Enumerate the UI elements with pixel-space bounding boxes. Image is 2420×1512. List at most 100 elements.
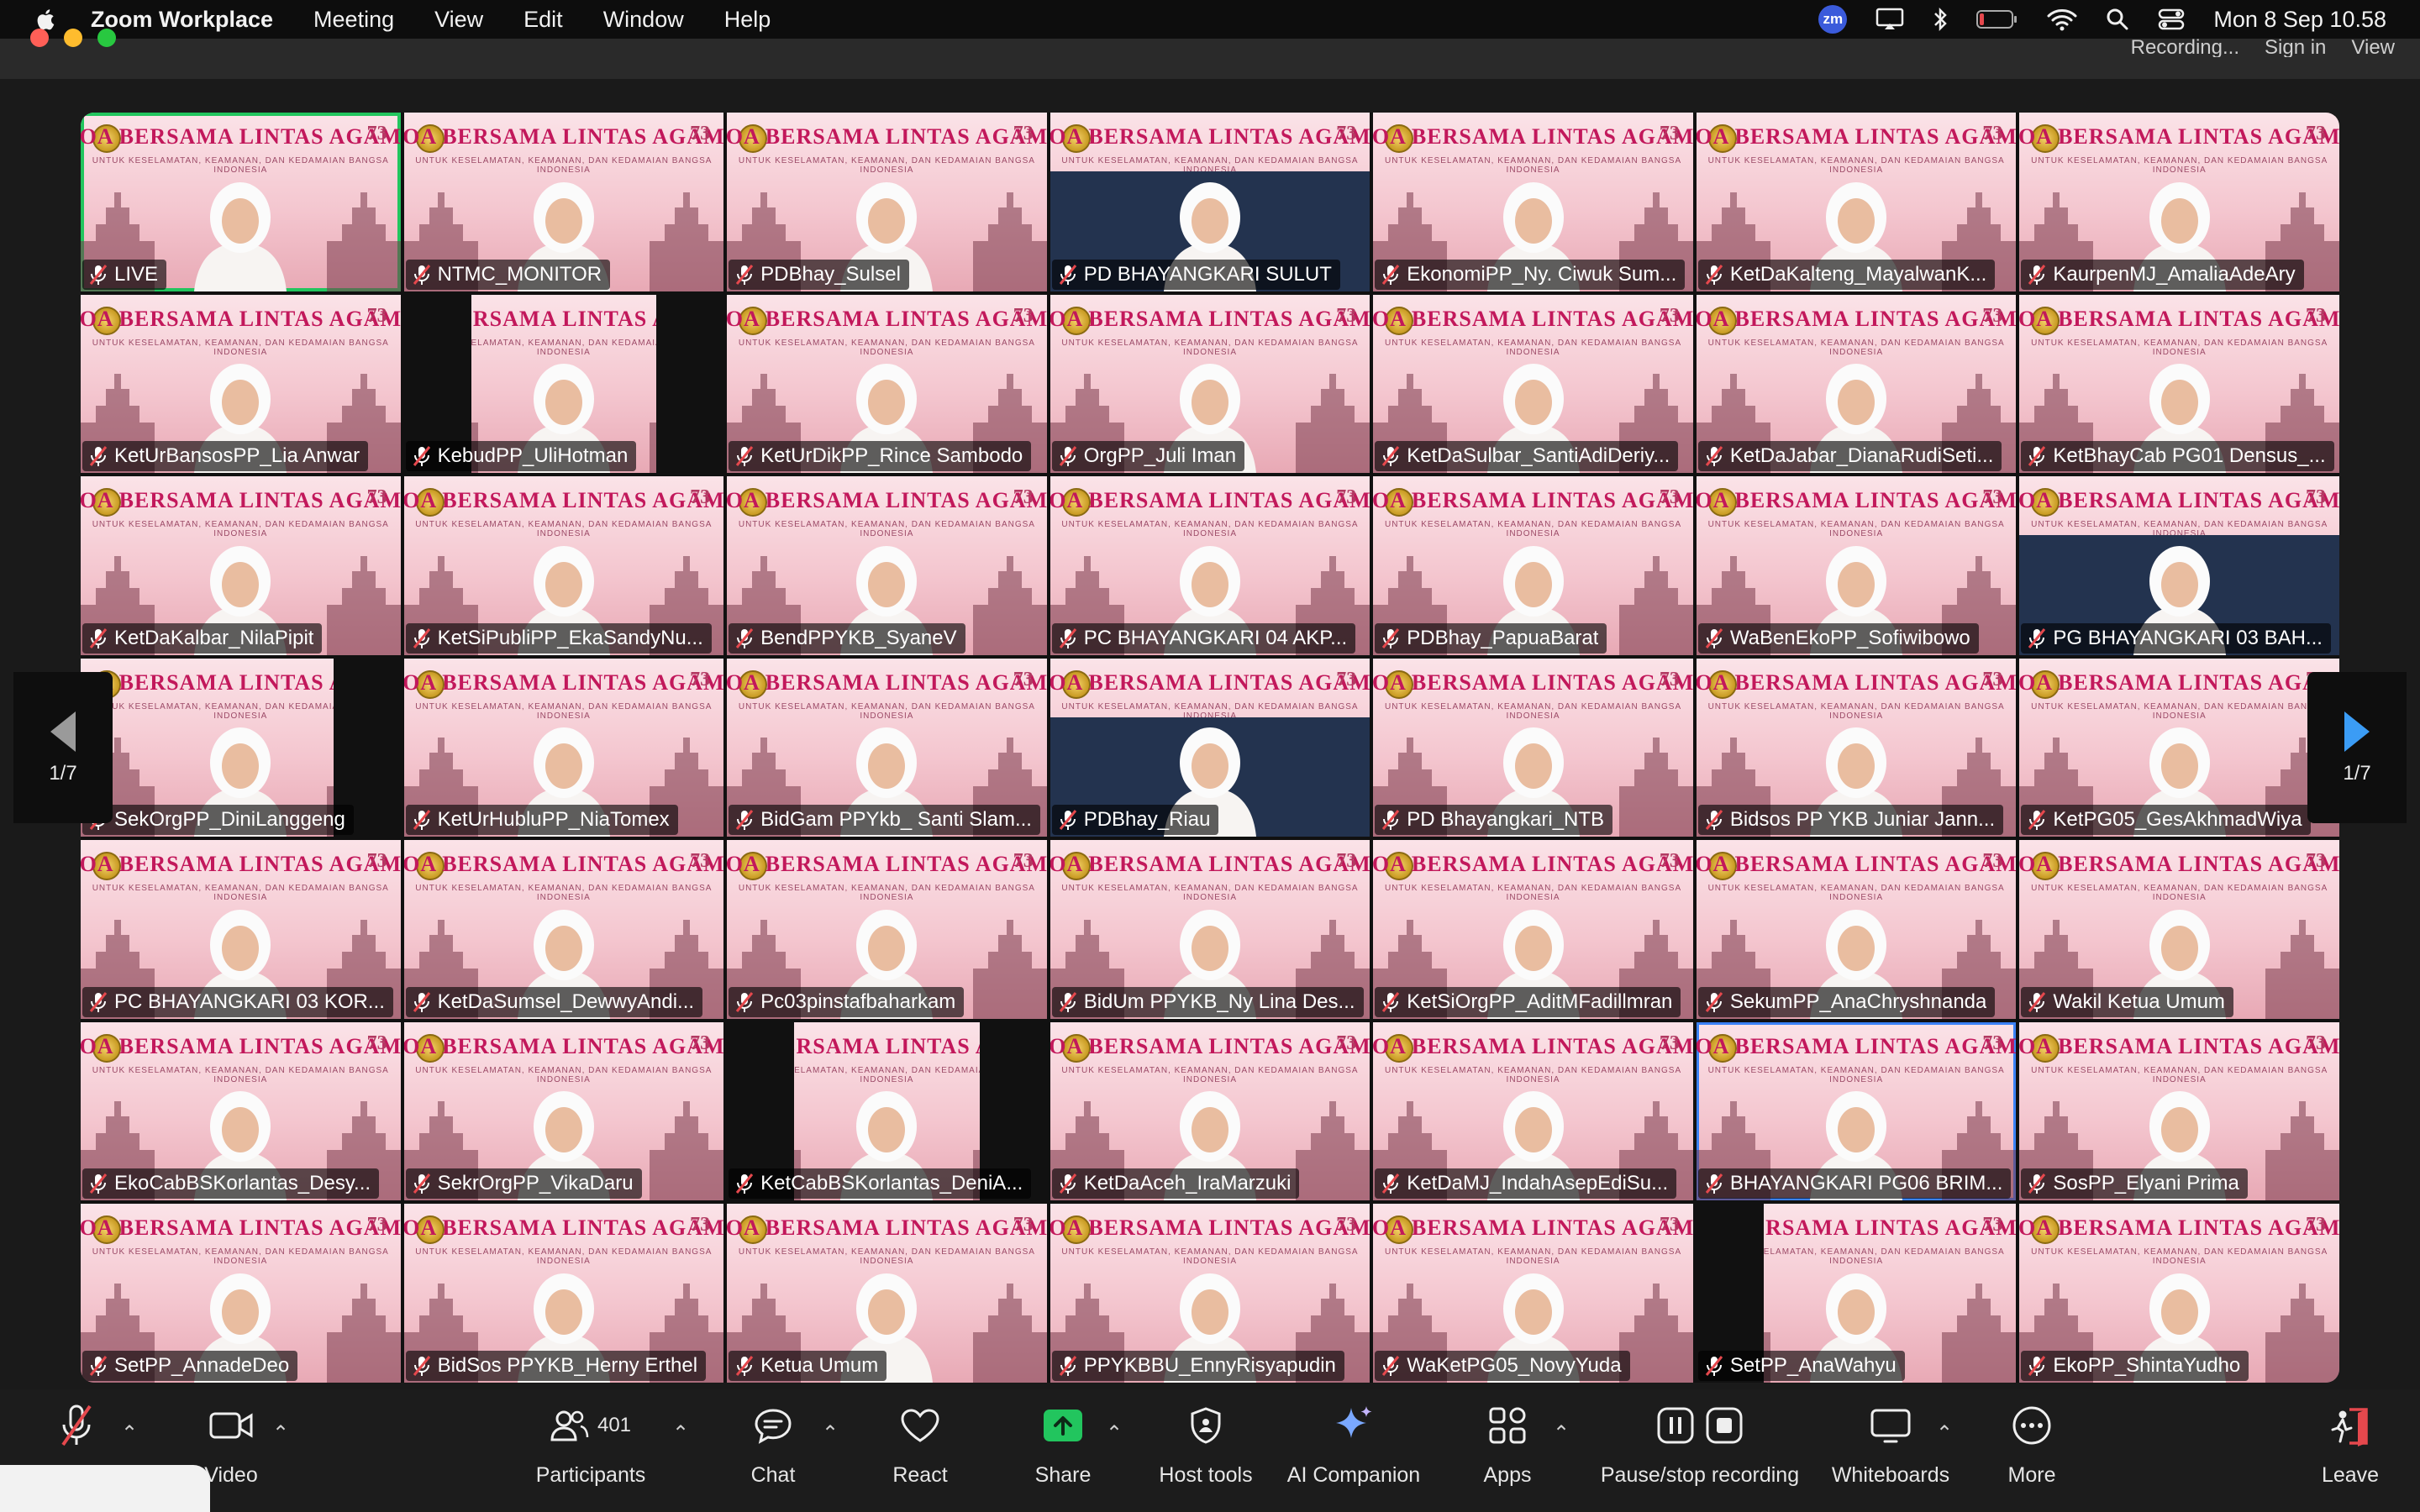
- participant-tile-13[interactable]: DOA BERSAMA LINTAS AGAMA UNTUK KESELAMAT…: [1696, 294, 2017, 474]
- participant-tile-23[interactable]: DOA BERSAMA LINTAS AGAMA UNTUK KESELAMAT…: [403, 658, 724, 837]
- participant-tile-21[interactable]: DOA BERSAMA LINTAS AGAMA UNTUK KESELAMAT…: [2019, 476, 2339, 655]
- participant-tile-29[interactable]: DOA BERSAMA LINTAS AGAMA UNTUK KESELAMAT…: [81, 840, 401, 1019]
- participant-nameplate: KetDaSulbar_SantiAdiDeriy...: [1375, 441, 1679, 472]
- bluetooth-icon[interactable]: [1933, 7, 1948, 32]
- muted-microphone-icon: [1059, 810, 1076, 831]
- screen-mirroring-icon[interactable]: [1876, 8, 1904, 31]
- video-options-caret[interactable]: ⌃: [272, 1421, 289, 1446]
- participants-button[interactable]: 401 Participants: [519, 1398, 662, 1507]
- share-button[interactable]: Share: [1025, 1398, 1101, 1507]
- participant-tile-37[interactable]: DOA BERSAMA LINTAS AGAMA UNTUK KESELAMAT…: [403, 1021, 724, 1201]
- spotlight-search-icon[interactable]: [2106, 8, 2129, 31]
- participant-tile-11[interactable]: DOA BERSAMA LINTAS AGAMA UNTUK KESELAMAT…: [1050, 294, 1370, 474]
- participant-tile-9[interactable]: DOA BERSAMA LINTAS AGAMA UNTUK KESELAMAT…: [403, 294, 724, 474]
- participant-tile-10[interactable]: DOA BERSAMA LINTAS AGAMA UNTUK KESELAMAT…: [727, 294, 1047, 474]
- participant-tile-48[interactable]: DOA BERSAMA LINTAS AGAMA UNTUK KESELAMAT…: [1696, 1204, 2017, 1383]
- participant-tile-22[interactable]: DOA BERSAMA LINTAS AGAMA UNTUK KESELAMAT…: [81, 658, 401, 837]
- leave-button[interactable]: Leave: [2314, 1398, 2386, 1507]
- view-menu-button[interactable]: View: [2351, 39, 2395, 57]
- zoom-window-button[interactable]: [97, 29, 116, 47]
- participant-tile-40[interactable]: DOA BERSAMA LINTAS AGAMA UNTUK KESELAMAT…: [1373, 1021, 1693, 1201]
- minimize-window-button[interactable]: [64, 29, 82, 47]
- participant-tile-42[interactable]: DOA BERSAMA LINTAS AGAMA UNTUK KESELAMAT…: [2019, 1021, 2339, 1201]
- participant-tile-5[interactable]: DOA BERSAMA LINTAS AGAMA UNTUK KESELAMAT…: [1373, 113, 1693, 291]
- participant-tile-28[interactable]: DOA BERSAMA LINTAS AGAMA UNTUK KESELAMAT…: [2019, 658, 2339, 837]
- muted-microphone-icon: [735, 264, 754, 285]
- participant-tile-39[interactable]: DOA BERSAMA LINTAS AGAMA UNTUK KESELAMAT…: [1050, 1021, 1370, 1201]
- battery-icon[interactable]: [1976, 8, 2018, 30]
- apps-button[interactable]: Apps: [1472, 1398, 1543, 1507]
- menu-view[interactable]: View: [434, 7, 483, 33]
- whiteboards-options-caret[interactable]: ⌃: [1936, 1421, 1953, 1446]
- participant-tile-27[interactable]: DOA BERSAMA LINTAS AGAMA UNTUK KESELAMAT…: [1696, 658, 2017, 837]
- participant-tile-35[interactable]: DOA BERSAMA LINTAS AGAMA UNTUK KESELAMAT…: [2019, 840, 2339, 1019]
- participant-tile-14[interactable]: DOA BERSAMA LINTAS AGAMA UNTUK KESELAMAT…: [2019, 294, 2339, 474]
- react-button[interactable]: React: [882, 1398, 958, 1507]
- participant-tile-33[interactable]: DOA BERSAMA LINTAS AGAMA UNTUK KESELAMAT…: [1373, 840, 1693, 1019]
- participant-tile-1[interactable]: DOA BERSAMA LINTAS AGAMA UNTUK KESELAMAT…: [81, 113, 401, 291]
- whiteboards-button[interactable]: Whiteboards: [1825, 1398, 1956, 1507]
- participant-tile-25[interactable]: DOA BERSAMA LINTAS AGAMA UNTUK KESELAMAT…: [1050, 658, 1370, 837]
- participant-tile-41[interactable]: DOA BERSAMA LINTAS AGAMA UNTUK KESELAMAT…: [1696, 1021, 2017, 1201]
- apps-options-caret[interactable]: ⌃: [1553, 1421, 1570, 1446]
- participant-tile-7[interactable]: DOA BERSAMA LINTAS AGAMA UNTUK KESELAMAT…: [2019, 113, 2339, 291]
- temple-silhouette-icon: [972, 919, 1047, 1019]
- ai-companion-button[interactable]: AI Companion: [1284, 1398, 1423, 1507]
- share-options-caret[interactable]: ⌃: [1106, 1421, 1123, 1446]
- participant-tile-34[interactable]: DOA BERSAMA LINTAS AGAMA UNTUK KESELAMAT…: [1696, 840, 2017, 1019]
- participant-tile-30[interactable]: DOA BERSAMA LINTAS AGAMA UNTUK KESELAMAT…: [403, 840, 724, 1019]
- participant-tile-24[interactable]: DOA BERSAMA LINTAS AGAMA UNTUK KESELAMAT…: [727, 658, 1047, 837]
- control-center-icon[interactable]: [2158, 8, 2185, 31]
- menu-meeting[interactable]: Meeting: [313, 7, 394, 33]
- recording-indicator[interactable]: Recording...: [2131, 39, 2239, 57]
- participant-tile-18[interactable]: DOA BERSAMA LINTAS AGAMA UNTUK KESELAMAT…: [1050, 476, 1370, 655]
- participant-tile-49[interactable]: DOA BERSAMA LINTAS AGAMA UNTUK KESELAMAT…: [2019, 1204, 2339, 1383]
- participant-tile-16[interactable]: DOA BERSAMA LINTAS AGAMA UNTUK KESELAMAT…: [403, 476, 724, 655]
- chat-bubble-icon: [755, 1409, 792, 1444]
- participant-tile-38[interactable]: DOA BERSAMA LINTAS AGAMA UNTUK KESELAMAT…: [727, 1021, 1047, 1201]
- anniversary-badge: 73: [366, 123, 387, 144]
- participant-tile-46[interactable]: DOA BERSAMA LINTAS AGAMA UNTUK KESELAMAT…: [1050, 1204, 1370, 1383]
- participant-tile-3[interactable]: DOA BERSAMA LINTAS AGAMA UNTUK KESELAMAT…: [727, 113, 1047, 291]
- menu-app-name[interactable]: Zoom Workplace: [91, 7, 273, 33]
- next-page-button[interactable]: 1/7: [2307, 672, 2407, 823]
- participant-nameplate: KetUrDikPP_Rince Sambodo: [729, 441, 1032, 472]
- sign-in-link[interactable]: Sign in: [2265, 39, 2326, 57]
- participant-tile-6[interactable]: DOA BERSAMA LINTAS AGAMA UNTUK KESELAMAT…: [1696, 113, 2017, 291]
- more-button[interactable]: More: [1996, 1398, 2067, 1507]
- participant-tile-12[interactable]: DOA BERSAMA LINTAS AGAMA UNTUK KESELAMAT…: [1373, 294, 1693, 474]
- pause-stop-recording-button[interactable]: Pause/stop recording: [1597, 1398, 1803, 1507]
- participant-tile-8[interactable]: DOA BERSAMA LINTAS AGAMA UNTUK KESELAMAT…: [81, 294, 401, 474]
- participant-tile-44[interactable]: DOA BERSAMA LINTAS AGAMA UNTUK KESELAMAT…: [403, 1204, 724, 1383]
- participant-tile-47[interactable]: DOA BERSAMA LINTAS AGAMA UNTUK KESELAMAT…: [1373, 1204, 1693, 1383]
- menu-help[interactable]: Help: [724, 7, 771, 33]
- participant-tile-19[interactable]: DOA BERSAMA LINTAS AGAMA UNTUK KESELAMAT…: [1373, 476, 1693, 655]
- anniversary-badge: 73: [366, 1214, 387, 1236]
- chat-button[interactable]: Chat: [739, 1398, 807, 1507]
- participant-tile-2[interactable]: DOA BERSAMA LINTAS AGAMA UNTUK KESELAMAT…: [403, 113, 724, 291]
- previous-page-button[interactable]: 1/7: [13, 672, 113, 823]
- participant-name: EkonomiPP_Ny. Ciwuk Sum...: [1407, 262, 1677, 286]
- menu-window[interactable]: Window: [603, 7, 684, 33]
- menu-edit[interactable]: Edit: [523, 7, 563, 33]
- host-tools-button[interactable]: Host tools: [1151, 1398, 1260, 1507]
- participant-tile-43[interactable]: DOA BERSAMA LINTAS AGAMA UNTUK KESELAMAT…: [81, 1204, 401, 1383]
- close-window-button[interactable]: [30, 29, 49, 47]
- zoom-status-icon[interactable]: zm: [1818, 5, 1848, 34]
- wifi-icon[interactable]: [2047, 8, 2077, 31]
- menu-clock[interactable]: Mon 8 Sep 10.58: [2213, 7, 2386, 33]
- participant-tile-20[interactable]: DOA BERSAMA LINTAS AGAMA UNTUK KESELAMAT…: [1696, 476, 2017, 655]
- anniversary-badge: 73: [366, 304, 387, 327]
- participant-tile-15[interactable]: DOA BERSAMA LINTAS AGAMA UNTUK KESELAMAT…: [81, 476, 401, 655]
- participant-tile-17[interactable]: DOA BERSAMA LINTAS AGAMA UNTUK KESELAMAT…: [727, 476, 1047, 655]
- pause-icon: [1657, 1407, 1694, 1444]
- participant-tile-32[interactable]: DOA BERSAMA LINTAS AGAMA UNTUK KESELAMAT…: [1050, 840, 1370, 1019]
- participants-options-caret[interactable]: ⌃: [672, 1421, 689, 1446]
- participant-tile-45[interactable]: DOA BERSAMA LINTAS AGAMA UNTUK KESELAMAT…: [727, 1204, 1047, 1383]
- participant-tile-4[interactable]: DOA BERSAMA LINTAS AGAMA UNTUK KESELAMAT…: [1050, 113, 1370, 291]
- chat-options-caret[interactable]: ⌃: [822, 1421, 839, 1446]
- participant-tile-36[interactable]: DOA BERSAMA LINTAS AGAMA UNTUK KESELAMAT…: [81, 1021, 401, 1201]
- participant-tile-26[interactable]: DOA BERSAMA LINTAS AGAMA UNTUK KESELAMAT…: [1373, 658, 1693, 837]
- participant-tile-31[interactable]: DOA BERSAMA LINTAS AGAMA UNTUK KESELAMAT…: [727, 840, 1047, 1019]
- audio-options-caret[interactable]: ⌃: [121, 1421, 138, 1446]
